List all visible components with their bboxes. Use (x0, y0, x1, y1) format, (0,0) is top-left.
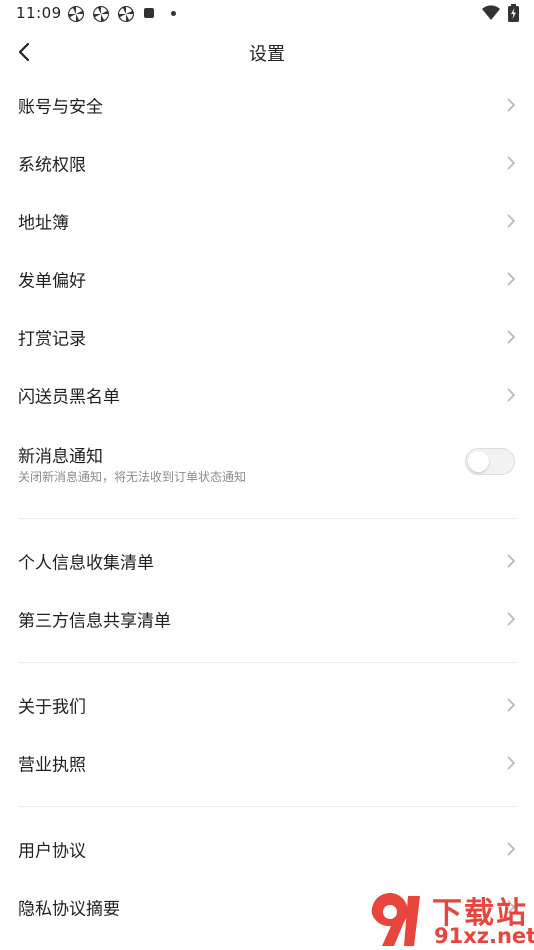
wifi-icon (482, 5, 500, 20)
settings-item-label: 新消息通知 (18, 447, 103, 467)
status-time: 11:09 (16, 4, 62, 22)
chevron-right-icon (507, 842, 516, 856)
dot-icon (171, 11, 176, 16)
watermark-domain: 91xz.net (434, 924, 534, 948)
pinwheel-icon (93, 6, 109, 22)
chevron-right-icon (507, 272, 516, 286)
settings-item-label: 用户协议 (18, 841, 86, 862)
settings-screen: 11:09 设置 账号与安全 系统权限 地址簿 发单偏好 打赏记录 闪送员黑名单… (0, 0, 534, 950)
settings-item-label: 第三方信息共享清单 (18, 611, 171, 632)
settings-item-label: 隐私协议摘要 (18, 899, 120, 920)
settings-item-label: 发单偏好 (18, 271, 86, 292)
pinwheel-icon (68, 6, 84, 22)
chevron-right-icon (507, 756, 516, 770)
notification-toggle[interactable] (465, 448, 515, 475)
settings-item-account-security[interactable]: 账号与安全 (0, 76, 534, 134)
stop-icon (144, 8, 154, 18)
chevron-right-icon (507, 698, 516, 712)
settings-item-user-agreement[interactable]: 用户协议 (0, 820, 534, 878)
chevron-right-icon (507, 388, 516, 402)
settings-item-label: 系统权限 (18, 155, 86, 176)
navigation-bar: 设置 (0, 30, 534, 74)
chevron-right-icon (507, 214, 516, 228)
settings-item-label: 打赏记录 (18, 329, 86, 350)
watermark: 下载站 91xz.net (358, 880, 534, 950)
settings-item-label: 营业执照 (18, 755, 86, 776)
chevron-right-icon (507, 330, 516, 344)
settings-item-tip-records[interactable]: 打赏记录 (0, 308, 534, 366)
chevron-right-icon (507, 156, 516, 170)
settings-item-new-message-notification: 新消息通知 关闭新消息通知，将无法收到订单状态通知 (0, 424, 534, 504)
settings-item-label: 地址簿 (18, 213, 69, 234)
status-bar: 11:09 (0, 0, 534, 28)
page-title: 设置 (249, 44, 285, 65)
settings-item-personal-info-list[interactable]: 个人信息收集清单 (0, 532, 534, 590)
toggle-knob (468, 451, 489, 472)
settings-item-courier-blacklist[interactable]: 闪送员黑名单 (0, 366, 534, 424)
settings-item-label: 闪送员黑名单 (18, 387, 120, 408)
settings-item-label: 关于我们 (18, 697, 86, 718)
chevron-right-icon (507, 612, 516, 626)
watermark-logo-icon (371, 893, 420, 946)
pinwheel-icon (118, 6, 134, 22)
settings-item-label: 个人信息收集清单 (18, 553, 154, 574)
settings-item-order-preferences[interactable]: 发单偏好 (0, 250, 534, 308)
settings-item-description: 关闭新消息通知，将无法收到订单状态通知 (18, 470, 247, 484)
settings-item-about-us[interactable]: 关于我们 (0, 676, 534, 734)
settings-item-business-license[interactable]: 营业执照 (0, 734, 534, 792)
settings-item-label: 账号与安全 (18, 97, 103, 118)
settings-item-system-permissions[interactable]: 系统权限 (0, 134, 534, 192)
chevron-right-icon (507, 98, 516, 112)
settings-item-address-book[interactable]: 地址簿 (0, 192, 534, 250)
settings-item-third-party-sharing-list[interactable]: 第三方信息共享清单 (0, 590, 534, 648)
chevron-right-icon (507, 554, 516, 568)
battery-charging-icon (508, 4, 519, 22)
settings-list: 账号与安全 系统权限 地址簿 发单偏好 打赏记录 闪送员黑名单 新消息通知 关闭… (0, 76, 534, 936)
